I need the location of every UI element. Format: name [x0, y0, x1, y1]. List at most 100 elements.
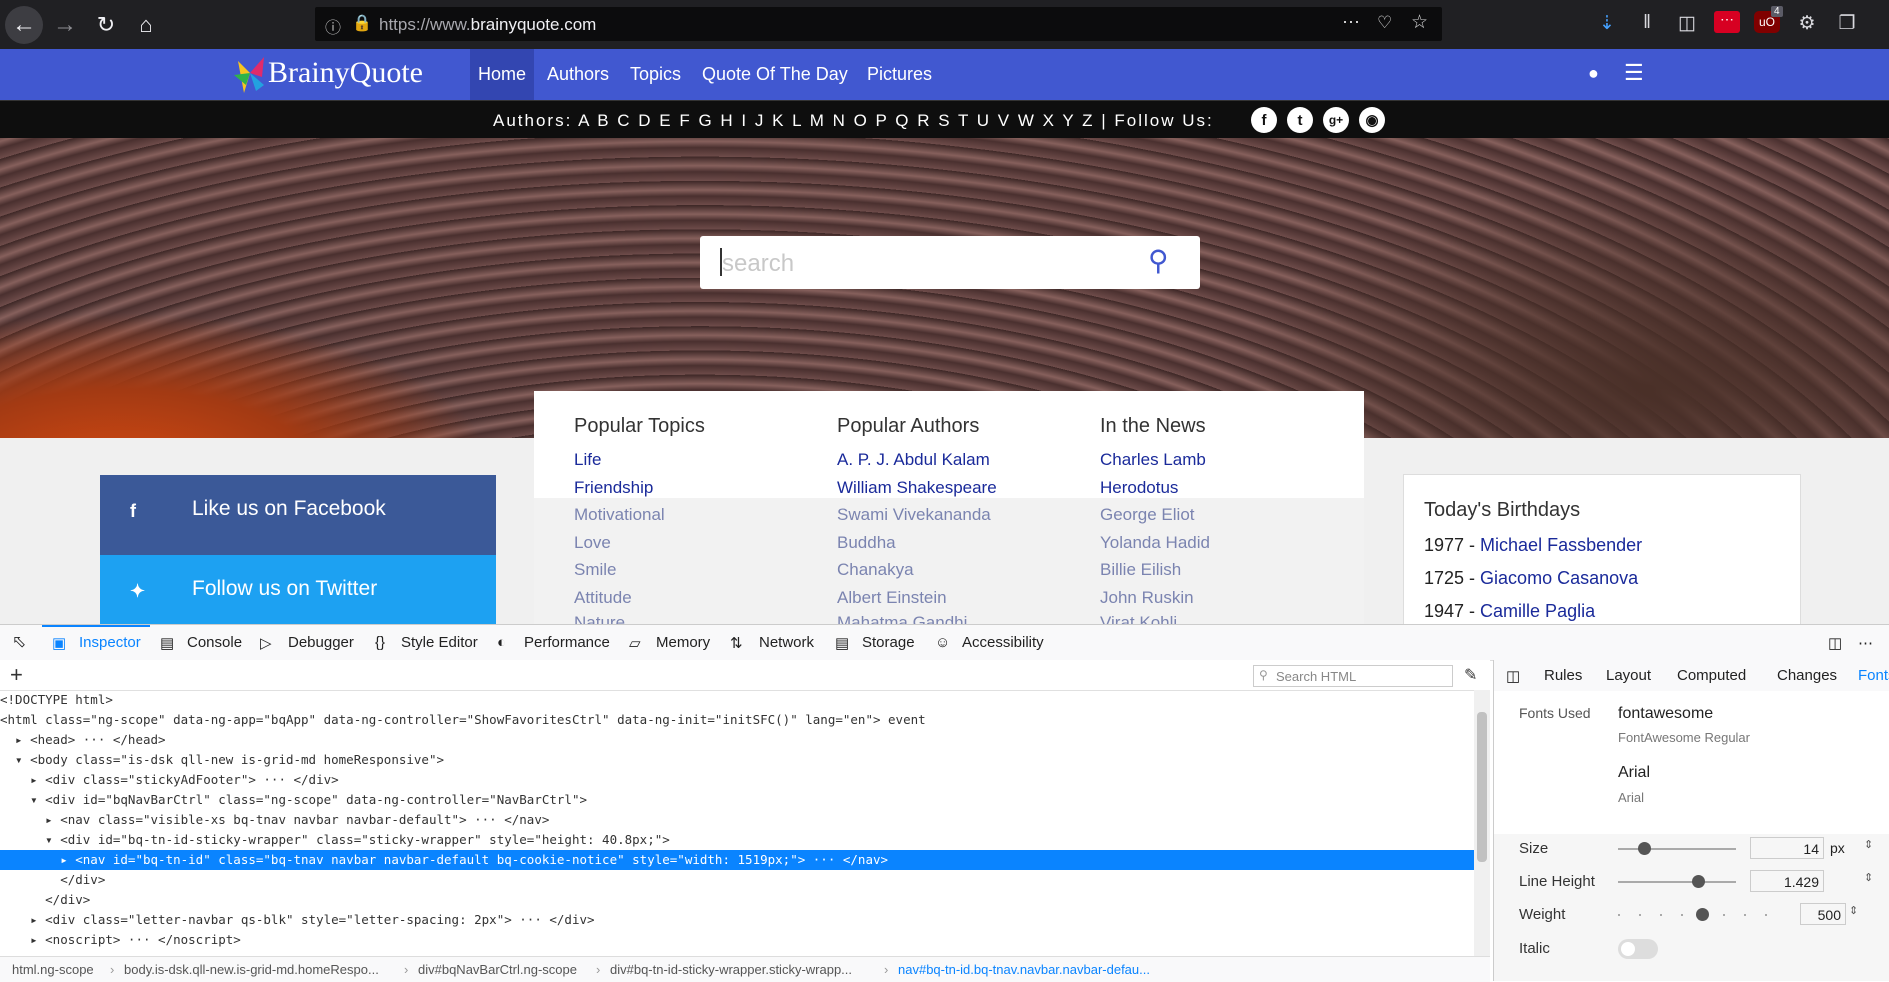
search-html-input[interactable]: ⚲ Search HTML: [1253, 665, 1453, 687]
topic-link[interactable]: Nature: [574, 613, 625, 624]
markup-line[interactable]: </div>: [0, 890, 1475, 910]
gear-icon[interactable]: ⚙: [1794, 12, 1820, 35]
breadcrumb-item-active[interactable]: nav#bq-tn-id.bq-tnav.navbar.navbar-defau…: [898, 962, 1150, 977]
downloads-icon[interactable]: ⇣: [1594, 12, 1620, 35]
lock-icon[interactable]: 🔒: [352, 13, 372, 33]
markup-line[interactable]: </div>: [0, 870, 1475, 890]
news-link[interactable]: Charles Lamb: [1100, 450, 1206, 470]
markup-line[interactable]: ▾ <div id="bqNavBarCtrl" class="ng-scope…: [0, 790, 1475, 810]
home-icon[interactable]: ⌂: [127, 6, 165, 44]
markup-line[interactable]: ▾ <body class="is-dsk qll-new is-grid-md…: [0, 750, 1475, 770]
author-link[interactable]: Chanakya: [837, 560, 914, 580]
user-icon[interactable]: ●: [1588, 63, 1599, 84]
breadcrumb-item[interactable]: html.ng-scope: [12, 962, 94, 977]
topic-link[interactable]: Friendship: [574, 478, 653, 498]
size-slider[interactable]: [1618, 842, 1736, 855]
markup-scrollbar[interactable]: [1474, 690, 1490, 956]
author-link[interactable]: Mahatma Gandhi: [837, 613, 967, 624]
stepper-arrows-icon[interactable]: ⇕: [1864, 838, 1873, 851]
stepper-arrows-icon[interactable]: ⇕: [1849, 904, 1858, 917]
slider-knob[interactable]: [1692, 875, 1705, 888]
slider-knob[interactable]: [1696, 908, 1709, 921]
info-icon[interactable]: ⓘ: [325, 14, 341, 38]
topic-link[interactable]: Smile: [574, 560, 617, 580]
news-link[interactable]: Virat Kohli: [1100, 613, 1177, 624]
weight-input[interactable]: 500: [1800, 903, 1846, 925]
markup-line-selected[interactable]: ▸ <nav id="bq-tn-id" class="bq-tnav navb…: [0, 850, 1475, 870]
more-options-icon[interactable]: ⋯: [1858, 634, 1873, 652]
news-link[interactable]: Yolanda Hadid: [1100, 533, 1210, 553]
author-link[interactable]: Swami Vivekananda: [837, 505, 991, 525]
tab-rules[interactable]: Rules: [1544, 667, 1582, 684]
address-bar[interactable]: ⓘ 🔒 https://www.brainyquote.com ⋯ ♡ ☆: [315, 7, 1442, 41]
tab-fonts[interactable]: Fonts: [1858, 667, 1889, 684]
line-height-slider[interactable]: [1618, 875, 1736, 888]
facebook-like-button[interactable]: f Like us on Facebook: [100, 475, 496, 555]
search-icon[interactable]: ⚲: [1148, 244, 1169, 277]
author-link[interactable]: Albert Einstein: [837, 588, 947, 608]
bookmark-star-icon[interactable]: ☆: [1411, 11, 1428, 34]
size-input[interactable]: 14: [1750, 837, 1824, 859]
url-text[interactable]: https://www.brainyquote.com: [379, 15, 596, 35]
google-plus-icon[interactable]: g+: [1323, 107, 1349, 133]
lastpass-icon[interactable]: ⋯: [1714, 11, 1740, 33]
breadcrumb-item[interactable]: div#bqNavBarCtrl.ng-scope: [418, 962, 577, 977]
line-height-input[interactable]: 1.429: [1750, 870, 1824, 892]
facebook-icon[interactable]: f: [1251, 107, 1277, 133]
nav-authors[interactable]: Authors: [547, 64, 609, 85]
tab-memory[interactable]: Memory: [656, 634, 710, 651]
library-icon[interactable]: ‖: [1634, 12, 1660, 34]
element-picker-icon[interactable]: ⬁: [12, 632, 26, 652]
tab-inspector[interactable]: Inspector: [79, 634, 141, 651]
tab-storage[interactable]: Storage: [862, 634, 915, 651]
eyedropper-icon[interactable]: ✎: [1464, 665, 1477, 685]
tab-layout[interactable]: Layout: [1606, 667, 1651, 684]
tab-style-editor[interactable]: Style Editor: [401, 634, 478, 651]
author-link[interactable]: William Shakespeare: [837, 478, 997, 498]
page-actions-icon[interactable]: ⋯: [1342, 12, 1360, 33]
breadcrumb-item[interactable]: div#bq-tn-id-sticky-wrapper.sticky-wrapp…: [610, 962, 852, 977]
news-link[interactable]: John Ruskin: [1100, 588, 1194, 608]
scrollbar-thumb[interactable]: [1477, 712, 1487, 862]
topic-link[interactable]: Motivational: [574, 505, 665, 525]
reload-icon[interactable]: ↻: [87, 6, 125, 44]
markup-line[interactable]: ▸ <head> ··· </head>: [0, 730, 1475, 750]
site-search-input[interactable]: search ⚲: [700, 236, 1200, 289]
nav-pictures[interactable]: Pictures: [867, 64, 932, 85]
menu-icon[interactable]: ☰: [1624, 60, 1644, 86]
tab-accessibility[interactable]: Accessibility: [962, 634, 1044, 651]
birthday-link[interactable]: Camille Paglia: [1480, 601, 1595, 621]
size-unit-select[interactable]: px: [1830, 840, 1845, 856]
italic-toggle[interactable]: [1618, 939, 1658, 959]
sidebar-icon[interactable]: ◫: [1674, 12, 1700, 35]
nav-topics[interactable]: Topics: [630, 64, 681, 85]
markup-line[interactable]: <!DOCTYPE html>: [0, 690, 1475, 710]
news-link[interactable]: Billie Eilish: [1100, 560, 1181, 580]
topic-link[interactable]: Life: [574, 450, 601, 470]
forward-arrow-icon[interactable]: →: [46, 6, 84, 44]
twitter-follow-button[interactable]: ✦ Follow us on Twitter: [100, 555, 496, 624]
letterbar-letters[interactable]: A B C D E F G H I J K L M N O P Q R S T …: [578, 111, 1094, 130]
markup-line[interactable]: ▾ <div id="bq-tn-id-sticky-wrapper" clas…: [0, 830, 1475, 850]
breadcrumb-item[interactable]: body.is-dsk.qll-new.is-grid-md.homeRespo…: [124, 962, 379, 977]
slider-knob[interactable]: [1638, 842, 1651, 855]
weight-slider[interactable]: [1618, 908, 1786, 921]
markup-line[interactable]: ▸ <nav class="visible-xs bq-tnav navbar …: [0, 810, 1475, 830]
pocket-icon[interactable]: ♡: [1377, 13, 1392, 33]
back-arrow-icon[interactable]: ←: [5, 6, 43, 44]
markup-line[interactable]: <html class="ng-scope" data-ng-app="bqAp…: [0, 710, 1475, 730]
birthday-link[interactable]: Giacomo Casanova: [1480, 568, 1638, 588]
add-node-icon[interactable]: +: [10, 662, 23, 688]
markup-line[interactable]: ▸ <noscript> ··· </noscript>: [0, 930, 1475, 950]
toggle-sidebar-icon[interactable]: ◫: [1506, 667, 1520, 685]
news-link[interactable]: George Eliot: [1100, 505, 1195, 525]
tab-network[interactable]: Network: [759, 634, 814, 651]
tab-console[interactable]: Console: [187, 634, 242, 651]
author-link[interactable]: Buddha: [837, 533, 896, 553]
news-link[interactable]: Herodotus: [1100, 478, 1178, 498]
topic-link[interactable]: Love: [574, 533, 611, 553]
instagram-icon[interactable]: ◉: [1359, 107, 1385, 133]
tab-changes[interactable]: Changes: [1777, 667, 1837, 684]
tab-computed[interactable]: Computed: [1677, 667, 1746, 684]
extension-icon[interactable]: ❐: [1834, 12, 1860, 35]
